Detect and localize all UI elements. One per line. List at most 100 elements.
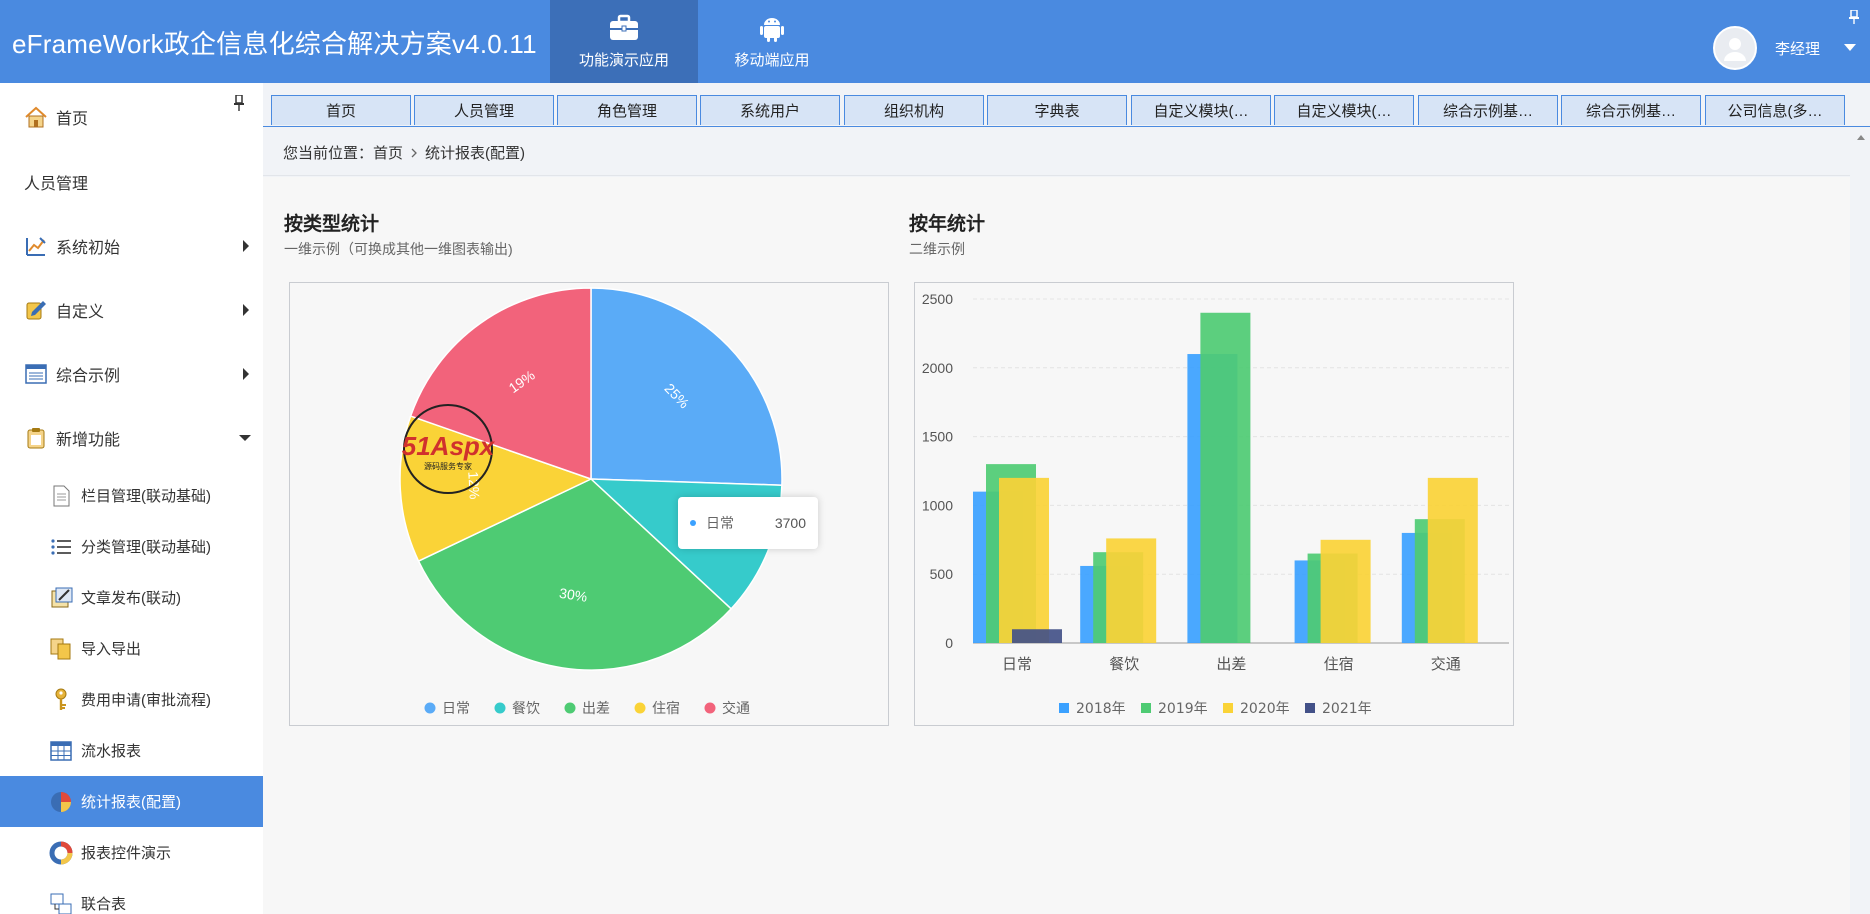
x-tick-label: 日常 bbox=[1002, 655, 1032, 673]
tab-8[interactable]: 综合示例基… bbox=[1418, 95, 1558, 125]
sidebar-item-system-init[interactable]: 系统初始 bbox=[0, 214, 263, 278]
sidebar-subitem-label: 联合表 bbox=[81, 896, 127, 913]
tab-bar: 首页 人员管理 角色管理 系统用户 组织机构 字典表 自定义模块(… 自定义模块(… 综合示例基… bbox=[263, 83, 1870, 127]
sidebar-subitem-join-table[interactable]: 联合表 bbox=[0, 878, 263, 914]
sidebar-item-label: 系统初始 bbox=[56, 240, 121, 257]
tab-9[interactable]: 综合示例基… bbox=[1561, 95, 1701, 125]
scrollbar[interactable] bbox=[1850, 130, 1870, 914]
tooltip-label: 日常 bbox=[706, 515, 734, 531]
legend-item[interactable]: 2019年 bbox=[1141, 701, 1208, 717]
sidebar-subitem-import-export[interactable]: 导入导出 bbox=[0, 623, 263, 674]
sidebar-item-home[interactable]: 首页 bbox=[0, 83, 263, 150]
tab-10[interactable]: 公司信息(多… bbox=[1705, 95, 1845, 125]
x-tick-label: 交通 bbox=[1431, 655, 1461, 673]
sidebar-subitem-article-publish[interactable]: 文章发布(联动) bbox=[0, 572, 263, 623]
sidebar-item-examples[interactable]: 综合示例 bbox=[0, 342, 263, 406]
chevron-right-icon bbox=[411, 148, 417, 157]
tab-6[interactable]: 自定义模块(… bbox=[1131, 95, 1271, 125]
sidebar: 首页 人员管理 系统初始 自定义 综合示例 新增功能 栏目管理(联动基础) 分类… bbox=[0, 83, 263, 914]
legend-label: 2021年 bbox=[1322, 701, 1372, 717]
tab-4[interactable]: 组织机构 bbox=[844, 95, 984, 125]
top-nav-mobile[interactable]: 移动端应用 bbox=[698, 0, 846, 83]
sidebar-subitem-label: 流水报表 bbox=[81, 743, 142, 760]
y-tick-label: 500 bbox=[930, 566, 954, 582]
sidebar-item-label: 新增功能 bbox=[56, 432, 121, 449]
scroll-up-icon[interactable] bbox=[1857, 135, 1865, 140]
home-icon bbox=[25, 106, 47, 127]
sidebar-subitem-stat-report[interactable]: 统计报表(配置) bbox=[0, 776, 263, 827]
top-nav-function-demo[interactable]: 功能演示应用 bbox=[550, 0, 698, 83]
briefcase-icon bbox=[610, 14, 638, 40]
tab-3[interactable]: 系统用户 bbox=[700, 95, 840, 125]
sidebar-item-custom[interactable]: 自定义 bbox=[0, 278, 263, 342]
pie-slice-0[interactable] bbox=[590, 287, 783, 486]
sidebar-item-label: 首页 bbox=[56, 110, 89, 128]
sidebar-subitem-label: 分类管理(联动基础) bbox=[81, 539, 211, 556]
custom-icon bbox=[26, 301, 46, 320]
y-tick-label: 2000 bbox=[922, 360, 953, 376]
sidebar-subitem-label: 栏目管理(联动基础) bbox=[81, 488, 211, 505]
legend-item[interactable]: 出差 bbox=[564, 701, 611, 717]
legend-item[interactable]: 2018年 bbox=[1059, 701, 1126, 717]
top-nav-label: 功能演示应用 bbox=[578, 52, 669, 69]
sidebar-subitem-category-mgmt[interactable]: 分类管理(联动基础) bbox=[0, 521, 263, 572]
breadcrumb-home[interactable]: 首页 bbox=[373, 142, 403, 163]
x-tick-label: 住宿 bbox=[1324, 655, 1354, 673]
bar-2-4[interactable] bbox=[1427, 477, 1478, 643]
x-tick-label: 餐饮 bbox=[1109, 655, 1139, 673]
legend-marker bbox=[494, 702, 506, 714]
bar-2-1[interactable] bbox=[1106, 538, 1157, 643]
watermark-text: 51Aspx bbox=[402, 431, 496, 461]
donut-chart-icon bbox=[49, 841, 73, 864]
sidebar-subitem-flow-report[interactable]: 流水报表 bbox=[0, 725, 263, 776]
bar-3-0[interactable] bbox=[1012, 629, 1062, 643]
chevron-right-icon bbox=[243, 304, 249, 316]
main-content: 按类型统计 一维示例（可换成其他一维图表输出) 按年统计 二维示例 25% 30%… bbox=[263, 177, 1850, 914]
user-icon bbox=[1723, 38, 1746, 61]
document-icon bbox=[53, 485, 70, 506]
legend-marker bbox=[1223, 703, 1233, 713]
sidebar-subitem-label: 费用申请(审批流程) bbox=[81, 692, 211, 709]
sidebar-subitem-report-control[interactable]: 报表控件演示 bbox=[0, 827, 263, 878]
bar-panel-subtitle: 二维示例 bbox=[909, 241, 965, 257]
sidebar-subitem-label: 报表控件演示 bbox=[81, 845, 172, 862]
tab-7[interactable]: 自定义模块(… bbox=[1274, 95, 1414, 125]
legend-item[interactable]: 日常 bbox=[424, 701, 471, 717]
legend-item[interactable]: 2020年 bbox=[1223, 701, 1290, 717]
bar-2-3[interactable] bbox=[1320, 539, 1371, 643]
x-tick-label: 出差 bbox=[1216, 655, 1246, 673]
legend-label: 住宿 bbox=[652, 700, 680, 717]
list-icon bbox=[51, 538, 71, 555]
y-tick-label: 1000 bbox=[922, 497, 953, 513]
legend-marker bbox=[1059, 703, 1069, 713]
tab-5[interactable]: 字典表 bbox=[987, 95, 1127, 125]
avatar[interactable] bbox=[1712, 26, 1757, 70]
sidebar-subitem-column-mgmt[interactable]: 栏目管理(联动基础) bbox=[0, 470, 263, 521]
legend-marker bbox=[1305, 703, 1315, 713]
tab-0[interactable]: 首页 bbox=[271, 95, 411, 125]
legend-marker bbox=[1141, 703, 1151, 713]
y-tick-label: 1500 bbox=[922, 429, 953, 445]
join-table-icon bbox=[50, 893, 72, 914]
tab-1[interactable]: 人员管理 bbox=[414, 95, 554, 125]
sidebar-item-label: 自定义 bbox=[56, 304, 105, 321]
settings-chart-icon bbox=[26, 237, 46, 256]
legend-item[interactable]: 住宿 bbox=[634, 700, 681, 717]
pin-icon[interactable] bbox=[1848, 10, 1860, 24]
legend-label: 2019年 bbox=[1158, 701, 1208, 717]
tab-2[interactable]: 角色管理 bbox=[557, 95, 697, 125]
chevron-right-icon bbox=[243, 240, 249, 252]
sidebar-item-personnel[interactable]: 人员管理 bbox=[0, 150, 263, 214]
sidebar-item-label: 人员管理 bbox=[24, 176, 89, 193]
sidebar-item-new-features[interactable]: 新增功能 bbox=[0, 406, 263, 470]
chevron-down-icon[interactable] bbox=[1844, 44, 1856, 52]
legend-item[interactable]: 餐饮 bbox=[494, 701, 541, 717]
bar-2-0[interactable] bbox=[999, 477, 1049, 643]
user-menu[interactable]: 李经理 bbox=[1712, 26, 1856, 70]
sidebar-subitem-expense-apply[interactable]: 费用申请(审批流程) bbox=[0, 674, 263, 725]
copy-icon bbox=[50, 638, 71, 659]
bar-1-2[interactable] bbox=[1200, 312, 1251, 643]
legend-item[interactable]: 2021年 bbox=[1305, 701, 1372, 717]
legend-item[interactable]: 交通 bbox=[704, 700, 751, 717]
table-icon bbox=[50, 740, 72, 761]
